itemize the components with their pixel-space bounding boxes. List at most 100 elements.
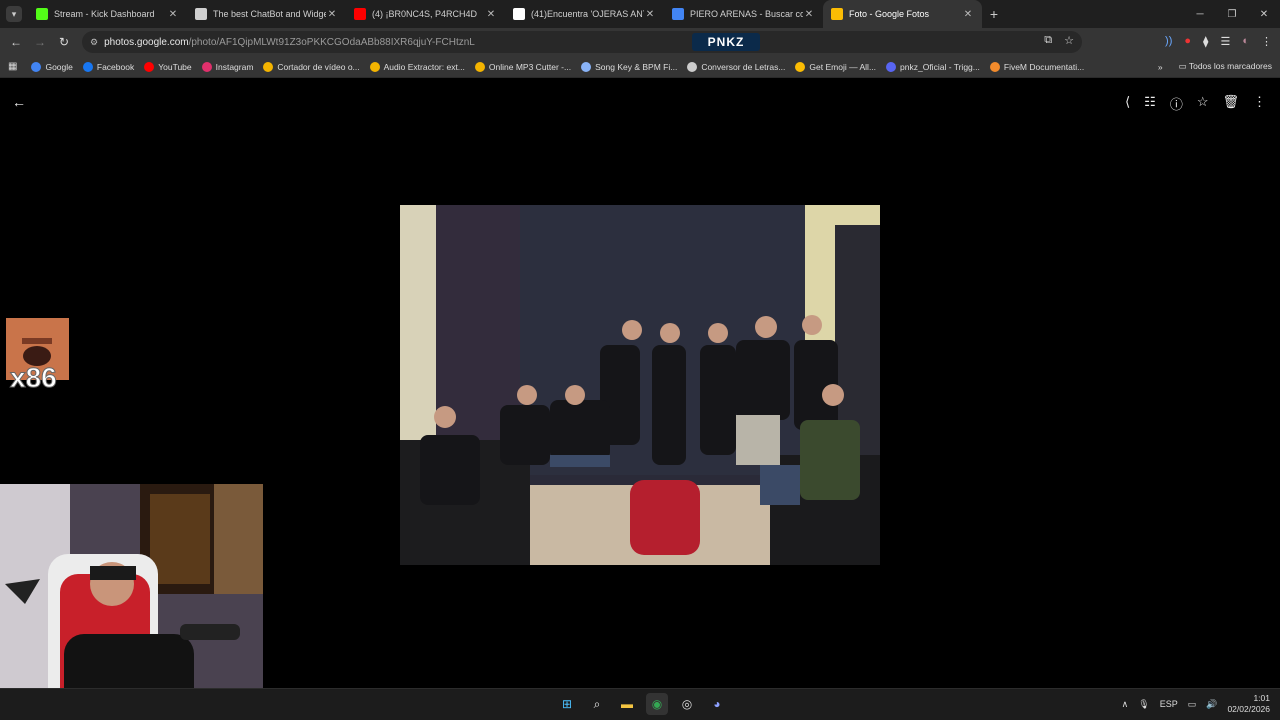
- extension-audio-icon[interactable]: )): [1165, 35, 1172, 48]
- delete-trash-icon[interactable]: 🗑: [1222, 94, 1239, 113]
- tab-title: Stream - Kick Dashboard: [54, 9, 155, 19]
- obs-icon[interactable]: ◎: [676, 693, 698, 715]
- search-icon[interactable]: ⌕: [586, 693, 608, 715]
- brand-logo: PNKZ: [692, 33, 760, 51]
- url-host: photos.google.com: [104, 36, 189, 48]
- bookmark-item[interactable]: Conversor de Letras...: [687, 61, 785, 72]
- webcam-overlay: [0, 484, 263, 720]
- tab-close-icon[interactable]: ✕: [803, 9, 815, 20]
- google-photos-icon: [831, 8, 843, 20]
- tab-title: Foto - Google Fotos: [849, 9, 930, 19]
- install-app-icon[interactable]: ⧉: [1044, 34, 1052, 47]
- bookmark-favicon-icon: [82, 61, 93, 72]
- more-bookmarks-icon[interactable]: »: [1158, 62, 1163, 72]
- bookmark-favicon-icon: [369, 61, 380, 72]
- all-bookmarks-folder[interactable]: ▭ Todos los marcadores: [1179, 61, 1272, 72]
- clock-time: 1:01: [1253, 693, 1270, 703]
- network-icon[interactable]: ▭: [1188, 699, 1197, 710]
- microphone-icon[interactable]: 🎙: [1138, 699, 1149, 710]
- bookmark-favicon-icon: [581, 61, 592, 72]
- file-explorer-icon[interactable]: ▬: [616, 693, 638, 715]
- close-window-button[interactable]: ✕: [1248, 9, 1280, 20]
- bookmark-label: Instagram: [215, 61, 254, 72]
- youtube-icon: [354, 8, 366, 20]
- language-indicator[interactable]: ESP: [1160, 699, 1178, 709]
- new-tab-button[interactable]: +: [982, 6, 1006, 22]
- bookmark-item[interactable]: Facebook: [82, 61, 135, 72]
- tab-close-icon[interactable]: ✕: [167, 9, 179, 20]
- tab-close-icon[interactable]: ✕: [485, 9, 497, 20]
- reload-button[interactable]: ↻: [52, 35, 76, 49]
- tab-close-icon[interactable]: ✕: [644, 9, 656, 20]
- tab-title: (41)Encuentra 'OJERAS ANTES: [531, 9, 644, 19]
- profile-avatar[interactable]: ◐: [1242, 35, 1249, 48]
- more-options-icon[interactable]: ⋮: [1253, 94, 1266, 113]
- bookmark-label: FiveM Documentati...: [1003, 61, 1085, 72]
- discord-icon[interactable]: ◕: [706, 693, 728, 715]
- extensions-area: )) ● ⧫ ☰ ◐ ⋮: [1165, 35, 1272, 48]
- tab-close-icon[interactable]: ✕: [326, 9, 338, 20]
- browser-menu-icon[interactable]: ⋮: [1261, 35, 1272, 48]
- bookmark-favicon-icon: [795, 61, 806, 72]
- site-info-icon[interactable]: ⚙: [90, 37, 98, 48]
- omnibox[interactable]: ⚙ photos.google.com/photo/AF1QipMLWt91Z3…: [82, 31, 1082, 53]
- bookmark-item[interactable]: YouTube: [144, 61, 192, 72]
- clock[interactable]: 1:01 02/02/2026: [1227, 693, 1270, 715]
- tab-5[interactable]: Foto - Google Fotos ✕: [823, 0, 982, 28]
- back-arrow-icon[interactable]: ←: [12, 94, 26, 110]
- omnibox-actions: ⧉ ☆: [1044, 34, 1074, 47]
- bookmark-favicon-icon: [687, 61, 698, 72]
- apps-grid-icon[interactable]: ▦: [8, 61, 17, 72]
- edit-adjust-icon[interactable]: ☷: [1144, 94, 1156, 113]
- volume-icon[interactable]: 🔊: [1206, 699, 1217, 710]
- bookmark-label: Online MP3 Cutter -...: [488, 61, 572, 72]
- bookmark-label: Get Emoji — All...: [809, 61, 877, 72]
- tab-1[interactable]: The best ChatBot and Widgets ✕: [187, 0, 346, 28]
- windows-start-icon[interactable]: ⊞: [556, 693, 578, 715]
- stream-alert-overlay: x86: [6, 318, 69, 398]
- url-path: /photo/AF1QipMLWt91Z3oPKKCGOdaABb88IXR6q…: [188, 36, 475, 48]
- bookmark-item[interactable]: FiveM Documentati...: [989, 61, 1085, 72]
- tab-4[interactable]: PIERO ARENAS - Buscar con Go✕: [664, 0, 823, 28]
- bookmark-item[interactable]: Cortador de vídeo o...: [263, 61, 360, 72]
- tab-title: The best ChatBot and Widgets: [213, 9, 326, 19]
- tab-3[interactable]: (41)Encuentra 'OJERAS ANTES✕: [505, 0, 664, 28]
- share-icon[interactable]: ⟨: [1125, 94, 1130, 113]
- tab-title: PIERO ARENAS - Buscar con Go: [690, 9, 803, 19]
- bookmark-label: Song Key & BPM Fi...: [595, 61, 678, 72]
- reading-list-icon[interactable]: ☰: [1220, 35, 1230, 48]
- tray-chevron-icon[interactable]: ∧: [1122, 699, 1129, 710]
- bookmark-item[interactable]: Instagram: [201, 61, 254, 72]
- tab-2[interactable]: (4) ¡BR0NC4S, P4RCH4D ✕: [346, 0, 505, 28]
- back-nav-button[interactable]: ←: [4, 35, 28, 49]
- bookmark-item[interactable]: Online MP3 Cutter -...: [474, 61, 572, 72]
- extensions-puzzle-icon[interactable]: ⧫: [1203, 35, 1208, 48]
- maximize-button[interactable]: ❐: [1216, 9, 1248, 20]
- bookmark-item[interactable]: pnkz_Oficial - Trigg...: [886, 61, 980, 72]
- tab-close-icon[interactable]: ✕: [962, 9, 974, 20]
- tab-search-button[interactable]: ▾: [6, 6, 22, 22]
- windows-taskbar: ⊞ ⌕ ▬ ◉ ◎ ◕ ∧ 🎙 ESP ▭ 🔊 1:01 02/02/2026: [0, 688, 1280, 720]
- bookmark-item[interactable]: Audio Extractor: ext...: [369, 61, 465, 72]
- bookmark-item[interactable]: Get Emoji — All...: [795, 61, 877, 72]
- tab-0[interactable]: Stream - Kick Dashboard ✕: [28, 0, 187, 28]
- photo-actions: ⟨ ☷ ⓘ ☆ 🗑 ⋮: [1125, 94, 1266, 113]
- info-icon[interactable]: ⓘ: [1170, 94, 1183, 113]
- extension-red-icon[interactable]: ●: [1184, 35, 1191, 48]
- all-bookmarks-label: Todos los marcadores: [1188, 61, 1272, 71]
- system-tray: ∧ 🎙 ESP ▭ 🔊 1:01 02/02/2026: [1122, 693, 1270, 715]
- minimize-button[interactable]: ─: [1184, 9, 1216, 20]
- alert-multiplier-text: x86: [10, 362, 58, 394]
- bookmark-item[interactable]: Google: [31, 61, 73, 72]
- bookmark-favicon-icon: [201, 61, 212, 72]
- chrome-icon[interactable]: ◉: [646, 693, 668, 715]
- taskbar-apps: ⊞ ⌕ ▬ ◉ ◎ ◕: [556, 693, 728, 715]
- bookmark-item[interactable]: Song Key & BPM Fi...: [581, 61, 678, 72]
- bookmark-label: Audio Extractor: ext...: [383, 61, 465, 72]
- favorite-star-icon[interactable]: ☆: [1197, 94, 1209, 113]
- photo-image: [400, 205, 880, 565]
- forward-nav-button[interactable]: →: [28, 35, 52, 49]
- bookmark-favicon-icon: [31, 61, 42, 72]
- bookmark-star-icon[interactable]: ☆: [1064, 34, 1074, 47]
- bookmark-label: Facebook: [96, 61, 135, 72]
